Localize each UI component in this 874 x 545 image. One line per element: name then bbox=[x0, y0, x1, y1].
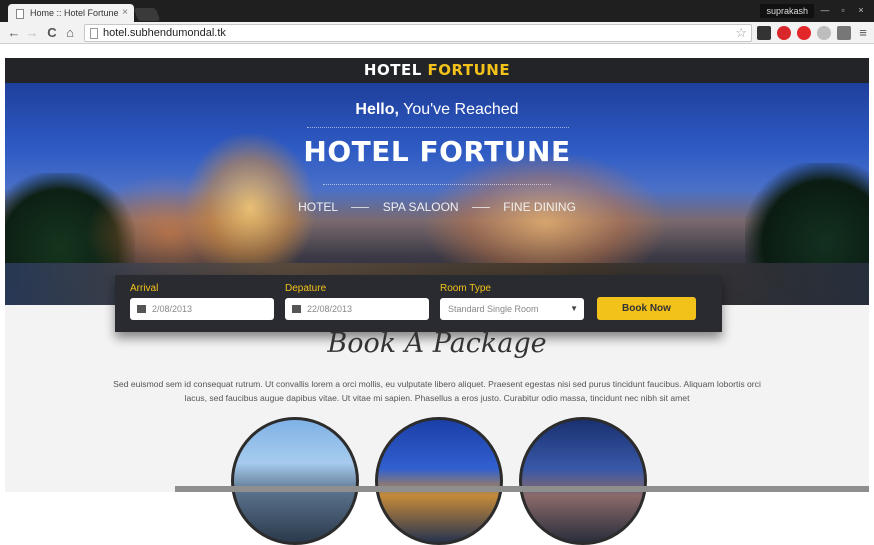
package-description: Sed euismod sem id consequat rutrum. Ut … bbox=[113, 379, 761, 403]
address-bar[interactable]: hotel.subhendumondal.tk ☆ bbox=[84, 24, 752, 42]
booking-form: Arrival 2/08/2013 Depature 22/08/2013 Ro… bbox=[115, 275, 722, 332]
package-image-city[interactable] bbox=[231, 417, 359, 545]
tab-title: Home :: Hotel Fortune bbox=[30, 8, 119, 18]
hero-title: HOTEL FORTUNE bbox=[303, 135, 571, 168]
calendar-icon bbox=[137, 305, 146, 313]
room-type-select[interactable]: Standard Single Room ▼ bbox=[440, 298, 584, 320]
arrival-date-input[interactable]: 2/08/2013 bbox=[130, 298, 274, 320]
hero-nav: HOTEL SPA SALOON FINE DINING bbox=[5, 200, 869, 214]
nav-separator bbox=[351, 207, 370, 209]
back-icon[interactable]: ← bbox=[6, 25, 22, 41]
hero-divider bbox=[323, 184, 551, 185]
bookmark-star-icon[interactable]: ☆ bbox=[735, 25, 747, 41]
site-logo[interactable]: HOTEL FORTUNE bbox=[364, 61, 510, 79]
departure-date-value: 22/08/2013 bbox=[307, 304, 353, 314]
browser-toolbar: ← → C ⌂ hotel.subhendumondal.tk ☆ ≡ bbox=[0, 22, 874, 44]
site-header: HOTEL FORTUNE bbox=[5, 58, 869, 83]
browser-titlebar: Home :: Hotel Fortune × suprakash — ▫ × bbox=[0, 0, 874, 22]
url-text: hotel.subhendumondal.tk bbox=[103, 27, 226, 39]
forward-icon[interactable]: → bbox=[24, 25, 40, 41]
arrival-label: Arrival bbox=[130, 283, 159, 294]
room-type-label: Room Type bbox=[440, 283, 491, 294]
hero-nav-hotel[interactable]: HOTEL bbox=[298, 200, 338, 214]
departure-date-input[interactable]: 22/08/2013 bbox=[285, 298, 429, 320]
browser-tab[interactable]: Home :: Hotel Fortune × bbox=[8, 4, 134, 22]
hero-nav-fine-dining[interactable]: FINE DINING bbox=[503, 200, 576, 214]
home-icon[interactable]: ⌂ bbox=[62, 25, 78, 41]
extension-badge-icon[interactable] bbox=[837, 26, 851, 40]
adblock-icon[interactable] bbox=[797, 26, 811, 40]
calendar-icon bbox=[292, 305, 301, 313]
book-now-button[interactable]: Book Now bbox=[597, 297, 696, 320]
page-info-icon bbox=[90, 28, 98, 39]
departure-label: Depature bbox=[285, 283, 327, 294]
reload-icon[interactable]: C bbox=[44, 25, 60, 41]
package-image-ferris-wheel[interactable] bbox=[519, 417, 647, 545]
hero-greeting: Hello, You've Reached bbox=[355, 101, 519, 118]
window-close-icon[interactable]: × bbox=[852, 3, 870, 18]
extension-icon[interactable] bbox=[757, 26, 771, 40]
nav-separator bbox=[471, 207, 490, 209]
hero-nav-spa-saloon[interactable]: SPA SALOON bbox=[383, 200, 459, 214]
profile-badge[interactable]: suprakash bbox=[760, 4, 814, 18]
horizontal-scrollbar[interactable] bbox=[175, 486, 869, 492]
restore-icon[interactable]: ▫ bbox=[834, 3, 852, 18]
arrival-date-value: 2/08/2013 bbox=[152, 304, 193, 314]
minimize-icon[interactable]: — bbox=[816, 3, 834, 18]
menu-icon[interactable]: ≡ bbox=[855, 25, 871, 41]
dropdown-caret-icon: ▼ bbox=[570, 304, 578, 313]
package-image-marina[interactable] bbox=[375, 417, 503, 545]
hero-divider bbox=[307, 127, 569, 128]
hero-banner: Hello, You've Reached HOTEL FORTUNE HOTE… bbox=[5, 83, 869, 305]
page-icon bbox=[16, 9, 24, 19]
tab-close-icon[interactable]: × bbox=[122, 7, 128, 18]
room-type-value: Standard Single Room bbox=[448, 304, 539, 314]
package-title: Book A Package bbox=[327, 328, 547, 359]
new-tab-button[interactable] bbox=[133, 8, 161, 21]
extension-grey-icon[interactable] bbox=[817, 26, 831, 40]
opera-extension-icon[interactable] bbox=[777, 26, 791, 40]
